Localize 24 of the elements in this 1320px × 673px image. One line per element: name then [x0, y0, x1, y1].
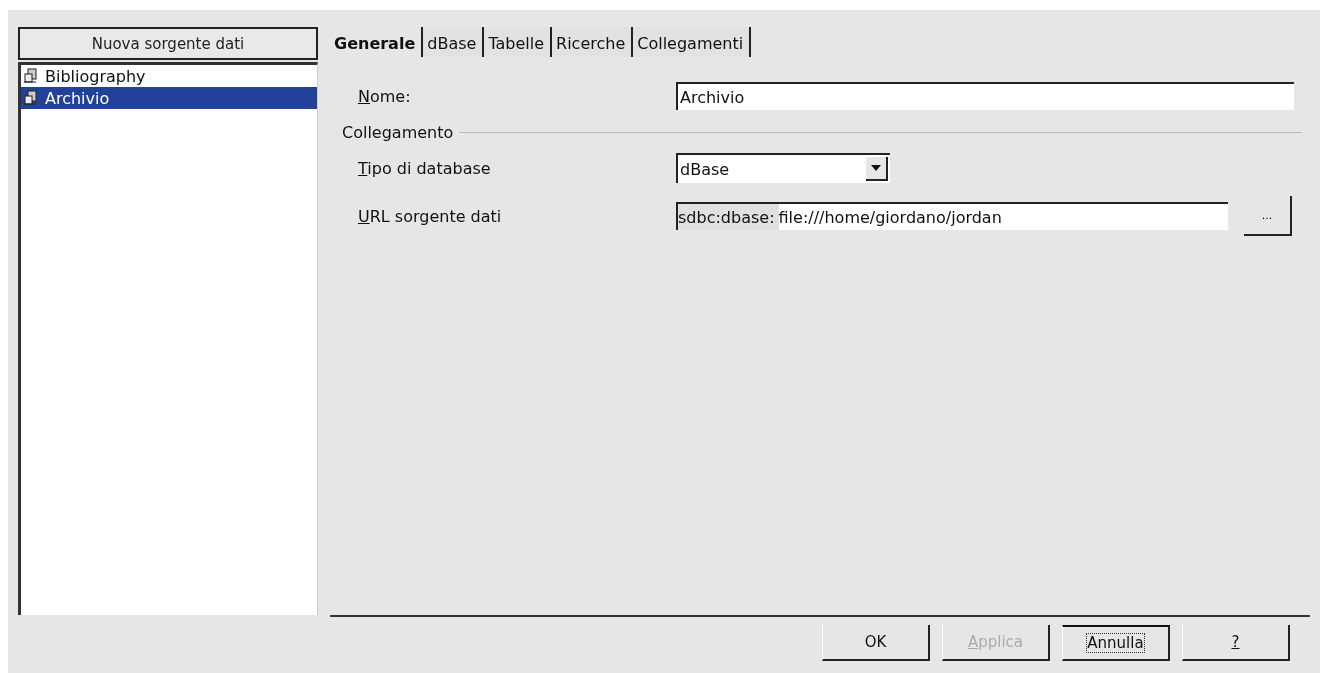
dialog-button[interactable]: ? — [1182, 625, 1290, 661]
data-source-label: Archivio — [45, 88, 110, 108]
data-source-item[interactable]: Archivio — [21, 87, 317, 109]
name-field[interactable]: Archivio — [676, 82, 1294, 110]
group-title: Collegamento — [342, 123, 454, 142]
dialog-button[interactable]: OK — [822, 625, 930, 661]
name-label: Nome: — [358, 86, 412, 106]
database-type-dropdown[interactable]: dBase — [676, 153, 890, 183]
tab[interactable]: Ricerche — [552, 27, 634, 57]
dialog-button[interactable]: Annulla — [1062, 625, 1170, 661]
browse-button[interactable]: ... — [1244, 196, 1292, 236]
data-source-item[interactable]: Bibliography — [21, 65, 317, 87]
new-data-source-button[interactable]: Nuova sorgente dati — [18, 27, 318, 60]
tab[interactable]: dBase — [423, 27, 485, 57]
url-label: URL sorgente dati — [358, 206, 503, 226]
url-value: file:///home/giordano/jordan — [778, 207, 1002, 227]
url-field[interactable]: sdbc:dbase: file:///home/giordano/jordan — [676, 202, 1228, 230]
data-source-label: Bibliography — [45, 66, 146, 86]
database-icon — [23, 90, 39, 106]
database-type-label: Tipo di database — [358, 158, 492, 178]
tab[interactable]: Collegamenti — [633, 27, 752, 57]
database-icon — [23, 68, 39, 84]
tab[interactable]: Tabelle — [484, 27, 553, 57]
url-prefix: sdbc:dbase: — [678, 204, 779, 230]
